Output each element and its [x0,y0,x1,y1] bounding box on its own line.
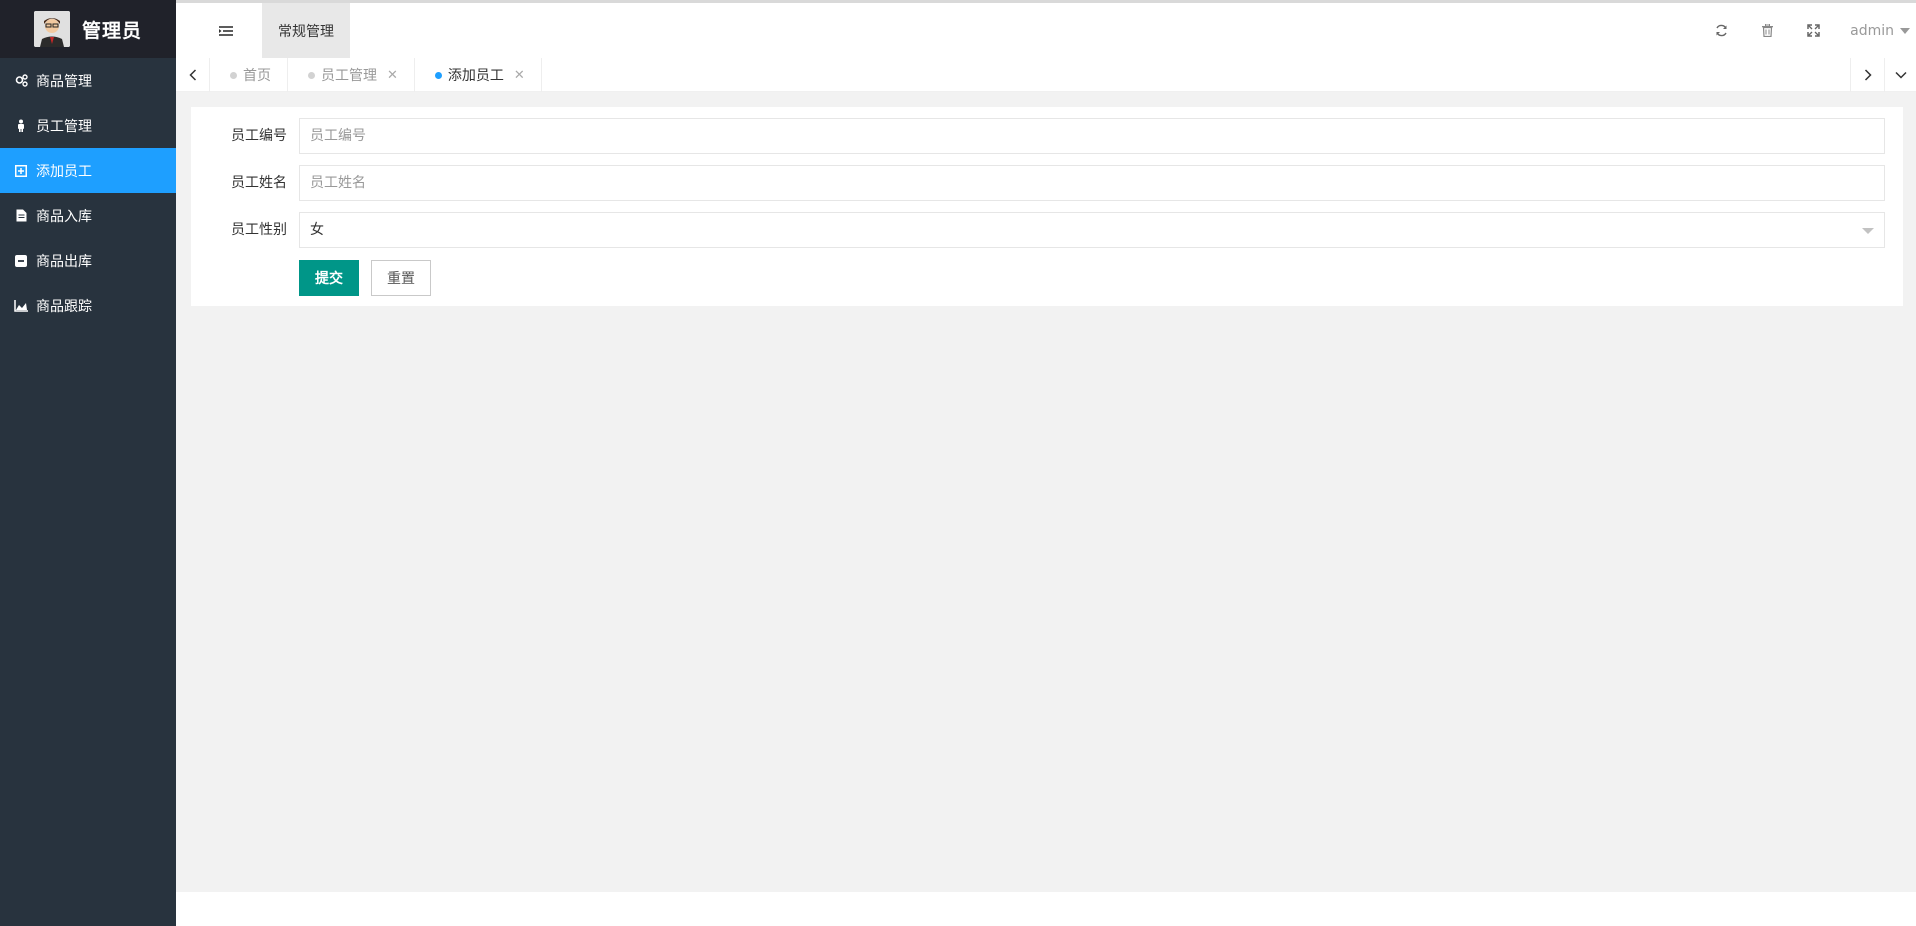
caret-down-icon [1900,27,1910,34]
add-square-icon [14,164,28,178]
tab-label: 首页 [243,68,271,84]
user-name: admin [1850,22,1894,39]
sidebar: 管理员 商品管理 员工管理 添加员工 商品入库 商品出库 商品跟踪 [0,0,176,926]
emp-no-input[interactable] [299,118,1885,154]
sidebar-item-label: 商品出库 [36,253,92,270]
tab-add-employee[interactable]: 添加员工 ✕ [415,58,542,92]
emp-no-label: 员工编号 [231,128,287,144]
app-frame: 管理员 商品管理 员工管理 添加员工 商品入库 商品出库 商品跟踪 常规管理 a… [0,0,1916,926]
tab-employee-management[interactable]: 员工管理 ✕ [288,58,415,92]
gender-selected-value: 女 [310,222,324,238]
add-employee-form: 员工编号 员工姓名 员工性别 女 提交 重置 [191,107,1903,306]
gears-icon [14,74,28,88]
sidebar-item-label: 员工管理 [36,118,92,135]
form-row-emp-no: 员工编号 [191,118,1903,154]
sidebar-item-add-employee[interactable]: 添加员工 [0,148,176,193]
sidebar-item-product-management[interactable]: 商品管理 [0,58,176,103]
minus-square-icon [14,254,28,268]
trash-icon[interactable] [1744,3,1790,58]
sidebar-item-label: 商品入库 [36,208,92,225]
logo[interactable]: 管理员 [0,0,176,58]
sidebar-item-product-inbound[interactable]: 商品入库 [0,193,176,238]
sidebar-item-label: 商品跟踪 [36,298,92,315]
emp-gender-label: 员工性别 [231,222,287,238]
tab-dot-icon [230,71,237,79]
tab-label: 添加员工 [447,68,504,84]
close-icon[interactable]: ✕ [387,68,398,83]
sidebar-item-employee-management[interactable]: 员工管理 [0,103,176,148]
fullscreen-icon[interactable] [1790,3,1836,58]
submit-button[interactable]: 提交 [299,260,359,296]
top-header: 常规管理 admin [176,0,1916,58]
tab-scroll-right-icon[interactable] [1850,58,1884,92]
tab-dot-icon [308,71,315,79]
tabs: 首页 员工管理 ✕ 添加员工 ✕ [210,58,542,92]
menu-toggle-icon[interactable] [216,3,236,58]
chevron-down-icon[interactable] [1884,58,1916,92]
sidebar-item-label: 添加员工 [36,163,92,180]
form-row-emp-name: 员工姓名 [191,165,1903,201]
refresh-icon[interactable] [1698,3,1744,58]
sidebar-item-label: 商品管理 [36,73,92,90]
sidebar-item-product-outbound[interactable]: 商品出库 [0,238,176,283]
header-nav-general[interactable]: 常规管理 [262,3,350,58]
tab-bar: 首页 员工管理 ✕ 添加员工 ✕ [176,58,1916,92]
close-icon[interactable]: ✕ [514,68,525,83]
form-row-emp-gender: 员工性别 女 [191,212,1903,248]
sidebar-menu: 商品管理 员工管理 添加员工 商品入库 商品出库 商品跟踪 [0,58,176,328]
user-menu[interactable]: admin [1836,3,1916,58]
reset-button[interactable]: 重置 [371,260,431,296]
header-tools: admin [1698,3,1916,58]
tab-scroll-left-icon[interactable] [176,58,210,92]
content-area: 员工编号 员工姓名 员工性别 女 提交 重置 [176,92,1916,892]
emp-name-label: 员工姓名 [231,175,287,191]
logo-text: 管理员 [81,19,142,42]
area-chart-icon [14,299,28,313]
gender-select[interactable]: 女 [299,212,1885,248]
emp-name-input[interactable] [299,165,1885,201]
avatar-icon [33,11,70,47]
tab-home[interactable]: 首页 [210,58,288,92]
tab-label: 员工管理 [321,68,377,84]
chevron-down-icon [1862,228,1874,234]
file-icon [14,209,28,223]
sidebar-item-product-tracking[interactable]: 商品跟踪 [0,283,176,328]
tab-dot-icon [434,71,442,79]
person-icon [14,119,28,133]
